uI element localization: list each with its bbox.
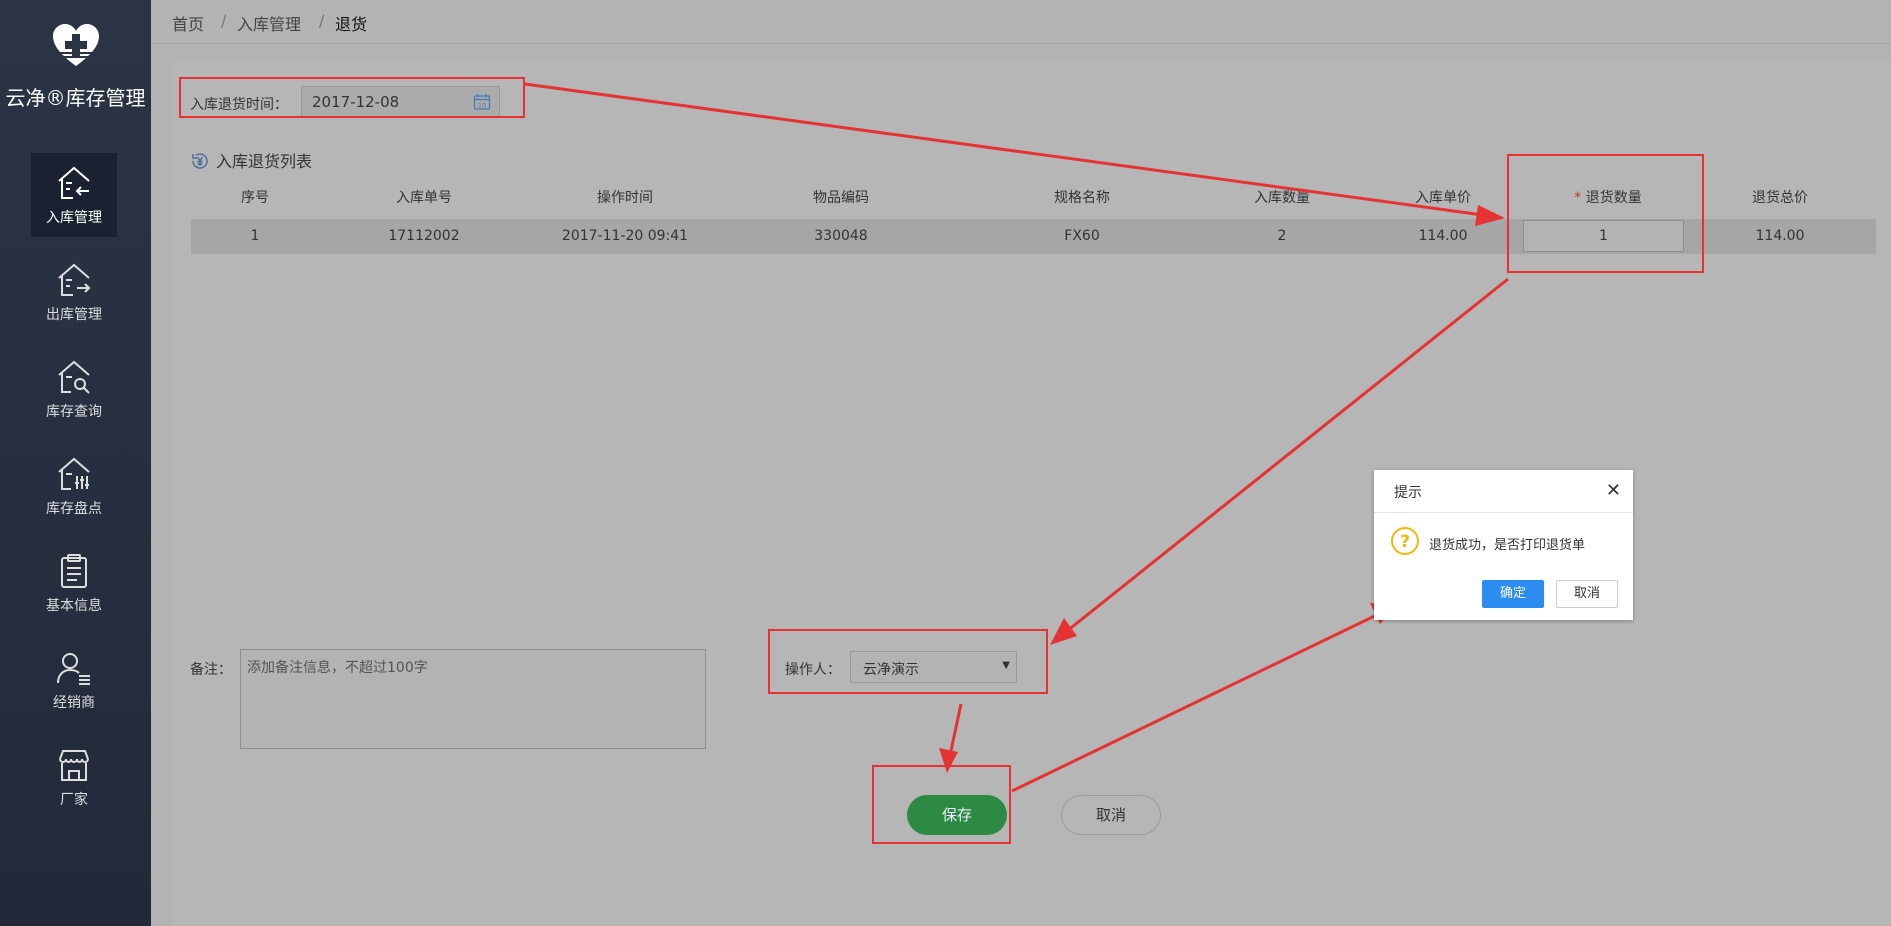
confirm-dialog: 提示 ✕ ? 退货成功，是否打印退货单 确定 取消	[1374, 470, 1633, 620]
close-icon[interactable]: ✕	[1606, 480, 1621, 501]
dialog-divider	[1374, 512, 1633, 513]
dialog-message: 退货成功，是否打印退货单	[1429, 538, 1586, 553]
question-icon: ?	[1391, 527, 1419, 555]
dialog-title: 提示	[1394, 485, 1422, 501]
dialog-cancel-button[interactable]: 取消	[1556, 580, 1618, 608]
svg-text:?: ?	[1400, 532, 1410, 552]
annotation-arrows	[524, 82, 1509, 793]
dialog-confirm-button[interactable]: 确定	[1482, 580, 1544, 608]
